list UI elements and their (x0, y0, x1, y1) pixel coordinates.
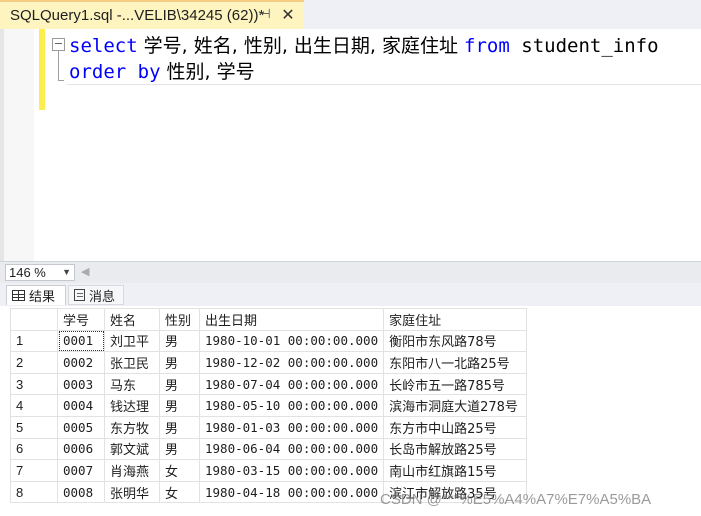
unsaved-change-indicator (39, 29, 45, 110)
grid-icon (12, 290, 25, 301)
table-row[interactable]: 6 0006 郭文斌 男 1980-06-04 00:00:00.000 长岛市… (10, 437, 528, 461)
cell-student-id[interactable]: 0008 (57, 480, 105, 504)
zoom-dropdown[interactable]: 146 % ▼ (5, 264, 75, 281)
cell-student-id[interactable]: 0007 (57, 459, 105, 482)
cell-birth-date[interactable]: 1980-05-10 00:00:00.000 (198, 394, 385, 417)
cell-birth-date[interactable]: 1980-06-04 00:00:00.000 (198, 437, 385, 461)
document-tab-strip: SQLQuery1.sql -...VELIB\34245 (62))* ⊣ ✕ (0, 0, 701, 29)
current-line-highlight (67, 84, 701, 85)
table-row[interactable]: 2 0002 张卫民 男 1980-12-02 00:00:00.000 东阳市… (10, 351, 528, 374)
cell-address[interactable]: 东方市中山路25号 (383, 415, 528, 439)
cell-student-id[interactable]: 0005 (57, 415, 105, 439)
cell-birth-date[interactable]: 1980-07-04 00:00:00.000 (198, 372, 385, 396)
cell-student-id[interactable]: 0006 (57, 437, 105, 461)
cell-name[interactable]: 东方牧 (104, 415, 160, 439)
tab-messages-label: 消息 (89, 289, 116, 305)
table-name: student_info (509, 35, 659, 57)
table-row[interactable]: 1 0001 刘卫平 男 1980-10-01 00:00:00.000 衡阳市… (10, 329, 528, 353)
zoom-value: 146 % (9, 265, 46, 280)
cell-student-id[interactable]: 0001 (57, 329, 105, 353)
scroll-left-icon[interactable]: ◀ (81, 265, 89, 278)
cell-address[interactable]: 长岭市五一路785号 (383, 372, 528, 396)
cell-student-id[interactable]: 0004 (57, 394, 105, 417)
cell-gender[interactable]: 男 (159, 437, 200, 461)
column-header[interactable]: 姓名 (104, 308, 160, 331)
message-icon (74, 289, 85, 301)
editor-status-bar: 146 % ▼ ◀ (0, 261, 701, 283)
cell-gender[interactable]: 男 (159, 351, 200, 374)
query-tab-title[interactable]: SQLQuery1.sql -...VELIB\34245 (62))* (0, 7, 264, 24)
query-tab[interactable]: SQLQuery1.sql -...VELIB\34245 (62))* ⊣ ✕ (0, 0, 304, 29)
select-columns: 学号, 姓名, 性别, 出生日期, 家庭住址 (137, 35, 465, 57)
collapse-toggle-icon[interactable]: − (52, 38, 65, 51)
cell-student-id[interactable]: 0003 (57, 372, 105, 396)
watermark: CSDN @***%E5%A4%A7%E7%A5%BA (380, 491, 652, 508)
results-grid[interactable]: 学号 姓名 性别 出生日期 家庭住址 1 0001 刘卫平 男 1980-10-… (10, 308, 528, 504)
order-columns: 性别, 学号 (160, 61, 255, 83)
cell-gender[interactable]: 男 (159, 372, 200, 396)
column-header[interactable]: 学号 (57, 308, 105, 331)
cell-birth-date[interactable]: 1980-01-03 00:00:00.000 (198, 415, 385, 439)
keyword-select: select (69, 35, 138, 57)
cell-gender[interactable]: 男 (159, 415, 200, 439)
keyword-order-by: order by (69, 61, 161, 83)
keyword-from: from (464, 35, 510, 57)
cell-gender[interactable]: 女 (159, 459, 200, 482)
cell-address[interactable]: 东阳市八一北路25号 (383, 351, 528, 374)
cell-name[interactable]: 肖海燕 (104, 459, 160, 482)
cell-student-id[interactable]: 0002 (57, 351, 105, 374)
cell-name[interactable]: 马东 (104, 372, 160, 396)
table-row[interactable]: 4 0004 钱达理 男 1980-05-10 00:00:00.000 滨海市… (10, 394, 528, 417)
code-line-2[interactable]: order by 性别, 学号 (69, 60, 255, 84)
tab-messages[interactable]: 消息 (68, 285, 124, 305)
results-grid-pane[interactable]: 学号 姓名 性别 出生日期 家庭住址 1 0001 刘卫平 男 1980-10-… (0, 306, 701, 516)
cell-address[interactable]: 衡阳市东风路78号 (383, 329, 528, 353)
cell-birth-date[interactable]: 1980-10-01 00:00:00.000 (198, 329, 385, 353)
column-header[interactable]: 出生日期 (198, 308, 385, 331)
cell-gender[interactable]: 男 (159, 394, 200, 417)
cell-name[interactable]: 刘卫平 (104, 329, 160, 353)
row-number[interactable]: 3 (10, 372, 58, 396)
row-number[interactable]: 5 (10, 415, 58, 439)
tab-results-label: 结果 (29, 290, 56, 305)
close-icon[interactable]: ✕ (279, 5, 297, 25)
header-row: 学号 姓名 性别 出生日期 家庭住址 (10, 308, 528, 331)
outline-guide (58, 51, 59, 81)
row-number[interactable]: 2 (10, 351, 58, 374)
cell-birth-date[interactable]: 1980-03-15 00:00:00.000 (198, 459, 385, 482)
cell-address[interactable]: 长岛市解放路25号 (383, 437, 528, 461)
cell-address[interactable]: 南山市红旗路15号 (383, 459, 528, 482)
row-number[interactable]: 4 (10, 394, 58, 417)
pin-icon[interactable]: ⊣ (257, 5, 273, 25)
cell-address[interactable]: 滨海市洞庭大道278号 (383, 394, 528, 417)
tab-results[interactable]: 结果 (6, 285, 66, 305)
row-number[interactable]: 1 (10, 329, 58, 353)
chevron-down-icon[interactable]: ▼ (62, 265, 71, 280)
cell-birth-date[interactable]: 1980-12-02 00:00:00.000 (198, 351, 385, 374)
editor-margin (4, 29, 34, 261)
code-line-1[interactable]: select 学号, 姓名, 性别, 出生日期, 家庭住址 from stude… (69, 34, 659, 58)
row-number[interactable]: 8 (10, 480, 58, 504)
cell-name[interactable]: 张明华 (104, 480, 160, 504)
cell-gender[interactable]: 男 (159, 329, 200, 353)
cell-birth-date[interactable]: 1980-04-18 00:00:00.000 (198, 480, 385, 504)
row-number-header[interactable] (10, 308, 58, 331)
query-editor[interactable]: − select 学号, 姓名, 性别, 出生日期, 家庭住址 from stu… (0, 29, 701, 261)
column-header[interactable]: 性别 (159, 308, 200, 331)
row-number[interactable]: 7 (10, 459, 58, 482)
cell-name[interactable]: 钱达理 (104, 394, 160, 417)
cell-name[interactable]: 郭文斌 (104, 437, 160, 461)
column-header[interactable]: 家庭住址 (383, 308, 528, 331)
cell-gender[interactable]: 女 (159, 480, 200, 504)
table-row[interactable]: 5 0005 东方牧 男 1980-01-03 00:00:00.000 东方市… (10, 415, 528, 439)
row-number[interactable]: 6 (10, 437, 58, 461)
table-row[interactable]: 3 0003 马东 男 1980-07-04 00:00:00.000 长岭市五… (10, 372, 528, 396)
table-row[interactable]: 7 0007 肖海燕 女 1980-03-15 00:00:00.000 南山市… (10, 459, 528, 482)
outline-guide-end (58, 80, 64, 81)
results-tab-strip: 结果 消息 (0, 283, 701, 306)
cell-name[interactable]: 张卫民 (104, 351, 160, 374)
